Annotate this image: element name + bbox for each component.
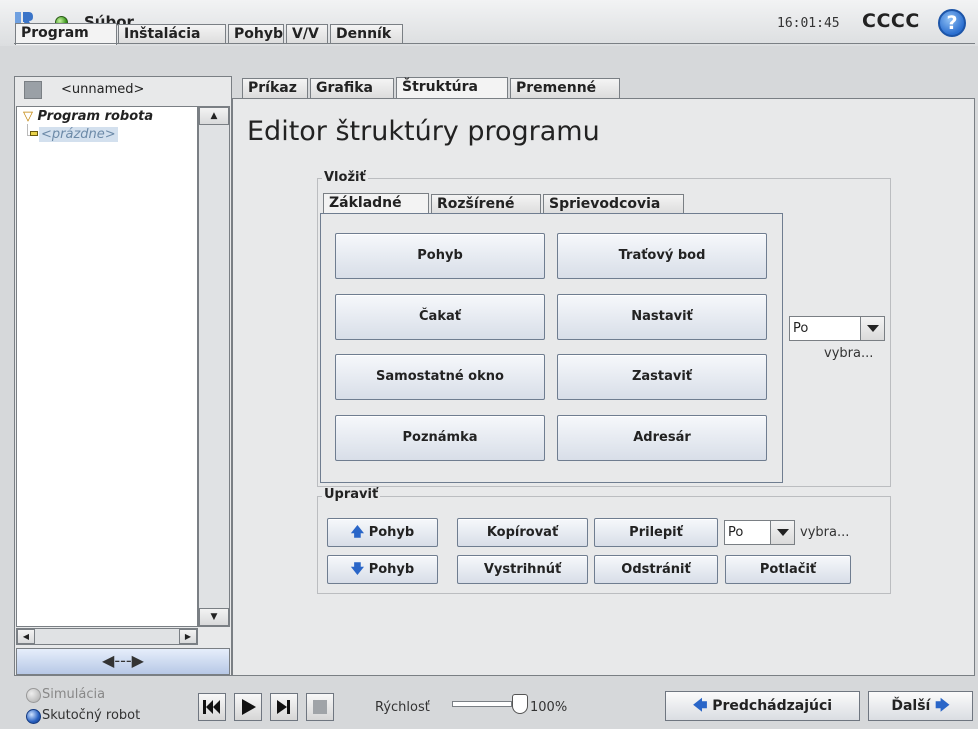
tab-move[interactable]: Pohyb [228,24,284,44]
chevron-down-icon[interactable] [860,317,884,340]
program-name: <unnamed> [61,82,145,97]
speed-label: Rýchlosť [375,700,430,715]
expand-triangle-icon[interactable]: ▽ [23,109,33,124]
scroll-right-icon[interactable]: ▶ [179,629,197,644]
simulation-label: Simulácia [42,687,106,702]
insert-waypoint-button[interactable]: Traťový bod [557,233,767,279]
tree-node-root[interactable]: ▽ Program robota [23,109,153,124]
delete-button[interactable]: Odstrániť [594,555,718,584]
insert-position-value: Po [793,321,809,336]
speed-slider-thumb[interactable] [512,694,528,714]
tree-root-label: Program robota [37,109,154,124]
rewind-icon [203,700,220,714]
edit-position-dropdown[interactable]: Po [724,520,795,545]
tree-horizontal-scrollbar[interactable]: ◀ ▶ [16,628,198,645]
insert-wait-button[interactable]: Čakať [335,294,545,340]
insert-group-label: Vložiť [322,170,368,185]
tab-io[interactable]: V/V [286,24,328,44]
speed-value: 100% [530,700,568,715]
tab-divider [14,43,975,44]
arrow-up-icon: 🡅 [350,525,365,540]
insert-popup-button[interactable]: Samostatné okno [335,354,545,400]
edit-group-label: Upraviť [322,487,381,502]
program-file-row: <unnamed> [14,76,232,104]
move-down-button[interactable]: 🡇 Pohyb [327,555,438,584]
arrow-down-icon: 🡇 [350,562,365,577]
tab-variables[interactable]: Premenné [510,78,620,98]
insert-halt-button[interactable]: Zastaviť [557,354,767,400]
tab-graphics[interactable]: Grafika [310,78,394,98]
tab-wizards[interactable]: Sprievodcovia [543,194,684,214]
scroll-up-icon[interactable]: ▲ [199,107,229,125]
play-icon [242,699,256,715]
insert-set-button[interactable]: Nastaviť [557,294,767,340]
tree-vertical-scrollbar[interactable]: ▲ ▼ [198,106,230,627]
insert-comment-button[interactable]: Poznámka [335,415,545,461]
edit-position-hint: vybra... [800,525,850,540]
insert-move-button[interactable]: Pohyb [335,233,545,279]
tab-log[interactable]: Denník [330,24,403,44]
tab-basic[interactable]: Základné [323,193,429,215]
tree-node-empty[interactable]: <prázdne> [39,127,118,142]
next-button[interactable]: Ďalší 🡆 [868,691,973,721]
previous-button[interactable]: 🡄 Predchádzajúci [665,691,860,721]
stop-button[interactable] [306,693,334,721]
move-down-label: Pohyb [368,562,415,577]
step-icon [277,700,290,714]
insert-position-hint: vybra... [824,346,874,361]
page-title: Editor štruktúry programu [247,116,600,147]
tab-program[interactable]: Program [15,23,117,45]
cut-button[interactable]: Vystrihnúť [457,555,588,584]
step-button[interactable] [270,693,298,721]
robot-name: CCCC [862,10,920,32]
program-tree[interactable]: ▽ Program robota <prázdne> [16,106,198,627]
speed-slider-track[interactable] [452,701,512,707]
next-label: Ďalší [891,698,931,714]
scroll-left-icon[interactable]: ◀ [17,629,35,644]
stop-icon [313,700,327,714]
chevron-down-icon[interactable] [770,521,794,544]
insert-folder-button[interactable]: Adresár [557,415,767,461]
scroll-down-icon[interactable]: ▼ [199,608,229,626]
real-robot-radio[interactable] [26,709,41,724]
tab-command[interactable]: Príkaz [242,78,308,98]
arrow-left-icon: 🡄 [692,698,708,714]
suppress-button[interactable]: Potlačiť [725,555,851,584]
move-up-button[interactable]: 🡅 Pohyb [327,518,438,547]
paste-button[interactable]: Prilepiť [594,518,718,547]
real-robot-label: Skutočný robot [42,708,141,723]
insert-position-dropdown[interactable]: Po [789,316,885,341]
copy-button[interactable]: Kopírovať [457,518,588,547]
simulation-radio[interactable] [26,688,41,703]
panel-resize-handle[interactable]: ◀---▶ [16,648,230,675]
rewind-button[interactable] [198,693,226,721]
previous-label: Predchádzajúci [712,698,833,714]
empty-node-icon [30,131,38,136]
tab-installation[interactable]: Inštalácia [118,24,226,44]
move-up-label: Pohyb [368,525,415,540]
save-icon[interactable] [24,81,42,99]
play-button[interactable] [234,693,262,721]
tab-advanced[interactable]: Rozšírené [431,194,541,214]
arrow-right-icon: 🡆 [935,698,950,714]
tab-structure[interactable]: Štruktúra [396,77,508,99]
help-icon[interactable]: ? [938,9,966,37]
clock: 16:01:45 [777,16,840,31]
edit-position-value: Po [728,525,744,540]
